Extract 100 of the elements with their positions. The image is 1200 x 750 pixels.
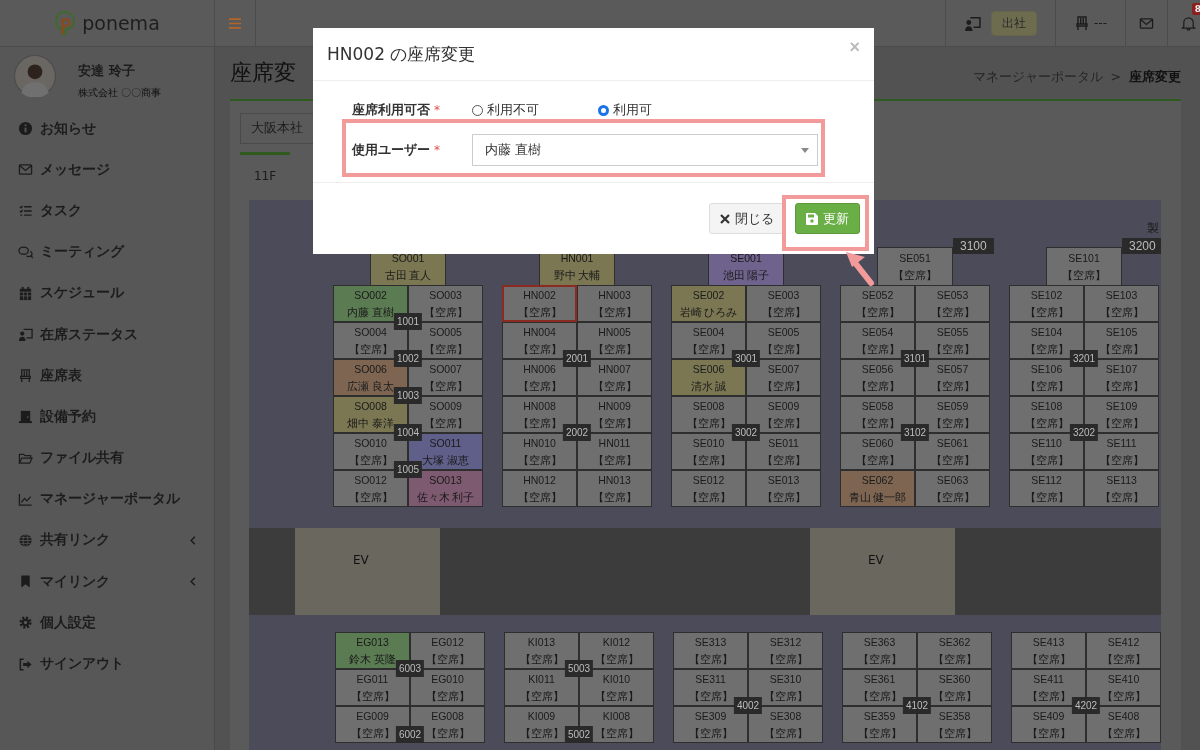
desk-label: 1005 (393, 461, 423, 478)
door-icon (18, 409, 33, 425)
close-icon (720, 213, 730, 224)
update-button[interactable]: 更新 (795, 203, 860, 234)
mail-icon[interactable] (1139, 15, 1154, 31)
seat[interactable]: SE102 【空席】 (1009, 285, 1084, 322)
desk-label: 3101 (900, 350, 930, 367)
seat[interactable]: SE363 【空席】 (842, 632, 917, 669)
bell-icon[interactable] (1181, 15, 1196, 31)
seat[interactable]: SE313 【空席】 (673, 632, 748, 669)
seat[interactable]: SE112 【空席】 (1009, 470, 1084, 507)
desk-label: 1001 (393, 313, 423, 330)
close-button[interactable]: 閉じる (709, 203, 785, 234)
user-name: 安達 玲子 (78, 62, 136, 80)
chat-icon (18, 244, 33, 260)
desk-label: 6003 (395, 660, 425, 677)
desk-label: 3002 (731, 424, 761, 441)
elevator-label: EV (868, 553, 884, 567)
desk-label: 4002 (733, 697, 763, 714)
desk-label: 2002 (562, 424, 592, 441)
bookmark-icon (18, 574, 33, 590)
calendar-icon (18, 285, 33, 301)
seat[interactable]: HN013 【空席】 (577, 470, 652, 507)
seat[interactable]: SE013 【空席】 (746, 470, 821, 507)
caret-icon (801, 147, 809, 153)
desk-label: 5002 (564, 726, 594, 743)
desk-label: 4202 (1071, 697, 1101, 714)
gear-icon (18, 615, 33, 631)
sidebar-item[interactable]: タスク (0, 190, 214, 232)
seat[interactable]: HN002 【空席】 (502, 285, 577, 322)
seat[interactable]: SE062 青山 健一郎 (840, 470, 915, 507)
menu-icon (229, 17, 241, 29)
seat[interactable]: HN012 【空席】 (502, 470, 577, 507)
seat[interactable]: SE003 【空席】 (746, 285, 821, 322)
desk-label: 5003 (564, 660, 594, 677)
seat[interactable]: SE053 【空席】 (915, 285, 990, 322)
sidebar-item[interactable]: 個人設定 (0, 602, 214, 644)
breadcrumb-current: 座席変更 (1129, 68, 1181, 86)
page-title: 座席変 (230, 59, 296, 87)
seat[interactable]: HN003 【空席】 (577, 285, 652, 322)
seat[interactable]: SE312 【空席】 (748, 632, 823, 669)
required-mark: * (434, 143, 441, 157)
sidebar-item[interactable]: 在席ステータス (0, 313, 214, 356)
sidebar-item[interactable]: 座席表 (0, 355, 214, 397)
desk-label: 6002 (395, 726, 425, 743)
chair-icon[interactable] (1074, 15, 1090, 31)
globe-icon (18, 532, 33, 548)
desk-label: 1002 (393, 350, 423, 367)
desk-label: 3200 (1122, 238, 1161, 254)
user-select[interactable]: 内藤 直樹 (472, 134, 818, 166)
sidebar-item[interactable]: メッセージ (0, 149, 214, 191)
sidebar-item[interactable]: 共有リンク (0, 519, 214, 562)
seat[interactable]: SE051 【空席】 (877, 247, 953, 285)
seat[interactable]: SE413 【空席】 (1011, 632, 1086, 669)
sidebar-item[interactable]: マイリンク (0, 561, 214, 603)
avatar (14, 55, 56, 97)
list-icon (18, 203, 33, 219)
radio-option[interactable]: 利用可 (598, 101, 724, 119)
chevron-icon (190, 577, 196, 587)
sidebar-item[interactable]: スケジュール (0, 272, 214, 314)
seat[interactable]: SE362 【空席】 (917, 632, 992, 669)
radio-option[interactable]: 利用不可 (472, 101, 598, 119)
seat[interactable]: SE412 【空席】 (1086, 632, 1161, 669)
sidebar-item[interactable]: サインアウト (0, 643, 214, 685)
desk-label: 4102 (902, 697, 932, 714)
required-mark: * (434, 103, 441, 117)
sidebar-item[interactable]: ミーティング (0, 231, 214, 273)
logo-icon (54, 11, 77, 35)
desk-label: 3201 (1069, 350, 1099, 367)
close-button[interactable]: × (849, 36, 860, 58)
pointer-arrow (845, 251, 875, 287)
desk-label: 3102 (900, 424, 930, 441)
attendance-status[interactable]: 出社 (991, 10, 1037, 36)
area-label: 製 (1147, 220, 1159, 237)
seat[interactable]: SE063 【空席】 (915, 470, 990, 507)
seat[interactable]: SE012 【空席】 (671, 470, 746, 507)
radio-button[interactable] (598, 104, 609, 116)
presenter-icon[interactable] (964, 14, 981, 32)
seat[interactable]: SE052 【空席】 (840, 285, 915, 322)
info-icon (18, 121, 33, 137)
desk-label: 1003 (393, 387, 423, 404)
desk-label: 3202 (1069, 424, 1099, 441)
elevator-label: EV (353, 553, 369, 567)
sidebar-item[interactable]: 設備予約 (0, 396, 214, 438)
desk-label: 3001 (731, 350, 761, 367)
chart-icon (18, 491, 33, 507)
seat[interactable]: SE101 【空席】 (1046, 247, 1122, 285)
seat[interactable]: SE103 【空席】 (1084, 285, 1159, 322)
sidebar-item[interactable]: マネージャーポータル (0, 478, 214, 520)
breadcrumb-separator: > (1110, 68, 1121, 86)
desk-label: 1004 (393, 424, 423, 441)
radio-button[interactable] (472, 104, 483, 116)
chair-icon (18, 368, 33, 384)
sidebar-item[interactable]: お知らせ (0, 108, 214, 150)
envelope-icon (18, 162, 33, 178)
save-icon (806, 212, 818, 225)
seat[interactable]: SE002 岩崎 ひろみ (671, 285, 746, 322)
sign-out-icon (18, 656, 33, 672)
sidebar-item[interactable]: ファイル共有 (0, 437, 214, 479)
seat[interactable]: SE113 【空席】 (1084, 470, 1159, 507)
